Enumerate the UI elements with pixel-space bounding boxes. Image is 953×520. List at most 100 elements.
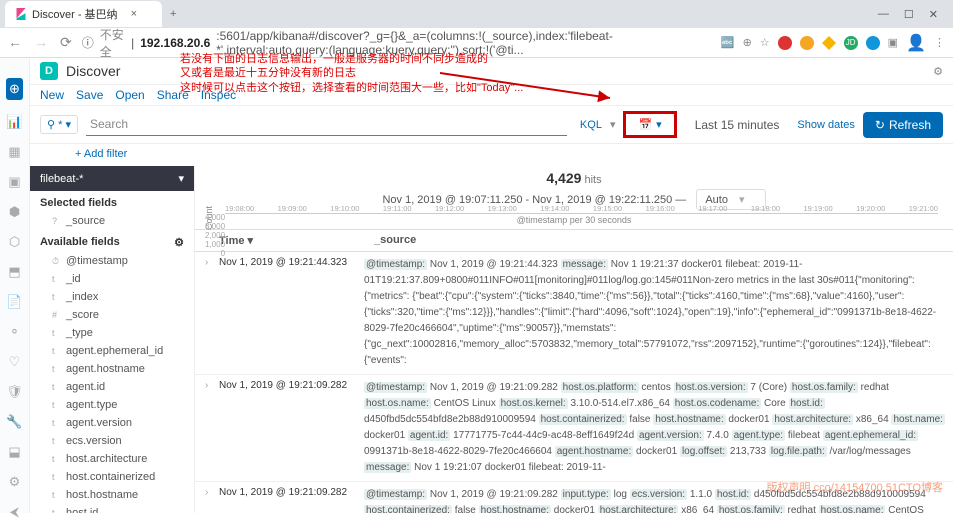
add-filter-link[interactable]: + Add filter	[75, 148, 127, 160]
index-pattern-selector[interactable]: filebeat-*▾	[30, 166, 194, 191]
rail-discover-icon[interactable]: ⊕	[6, 78, 23, 100]
app-rail: ⊕ 📊 ▦ ▣ ⬢ ⬡ ⬒ 📄 ⚬ ♡ 🛡 🔧 ⬓ ⚙ ⮜	[0, 58, 30, 513]
field-agent-id[interactable]: tagent.id	[30, 378, 194, 396]
field-host-id[interactable]: thost.id	[30, 504, 194, 513]
chart-plot	[225, 213, 938, 214]
rail-management-icon[interactable]: ⚙	[9, 474, 21, 490]
expand-icon[interactable]: ›	[205, 380, 219, 476]
rail-maps-icon[interactable]: ⬢	[9, 204, 20, 220]
fields-settings-icon[interactable]: ⚙	[174, 236, 184, 249]
tab-title: Discover - 基巴纳	[32, 6, 118, 22]
col-time-header[interactable]: Time ▾	[219, 234, 374, 247]
ext-icon-shield[interactable]: ▣	[888, 36, 898, 49]
ext-icon-diamond[interactable]	[822, 36, 836, 50]
extension-icons: 🔤 ⊕ ☆ JD ▣ 👤 ⋮	[721, 33, 945, 53]
show-dates-link[interactable]: Show dates	[797, 119, 854, 131]
maximize-icon[interactable]: ☐	[904, 8, 914, 21]
field-host-architecture[interactable]: thost.architecture	[30, 450, 194, 468]
profile-icon[interactable]: 👤	[906, 33, 926, 53]
rail-infra-icon[interactable]: ⬒	[8, 264, 20, 280]
close-window-icon[interactable]: ✕	[929, 8, 938, 21]
minimize-icon[interactable]: —	[878, 8, 889, 21]
back-icon[interactable]: ←	[8, 34, 22, 51]
reload-icon[interactable]: ⟳	[60, 34, 72, 51]
chevron-down-icon: ▾	[178, 172, 184, 185]
hits-count: 4,429 hits	[195, 170, 953, 186]
browser-tab[interactable]: Discover - 基巴纳 ×	[5, 1, 162, 27]
rail-visualize-icon[interactable]: 📊	[6, 114, 22, 130]
filter-bar: + Add filter	[30, 144, 953, 166]
col-source-header[interactable]: _source	[374, 234, 943, 247]
rail-collapse-icon[interactable]: ⮜	[10, 504, 19, 520]
tab-close-icon[interactable]: ×	[131, 8, 137, 20]
rail-canvas-icon[interactable]: ▣	[8, 174, 20, 190]
star-icon[interactable]: ☆	[760, 36, 770, 49]
field--score[interactable]: #_score	[30, 306, 194, 324]
doc-source: @timestamp: Nov 1, 2019 @ 19:21:44.323 m…	[364, 257, 948, 369]
field-agent-version[interactable]: tagent.version	[30, 414, 194, 432]
rail-uptime-icon[interactable]: ♡	[9, 354, 21, 370]
date-picker-button[interactable]: 📅 ▾	[623, 111, 676, 138]
gear-icon[interactable]: ⚙	[933, 65, 943, 78]
ext-icon-green[interactable]	[866, 36, 880, 50]
browser-tab-bar: Discover - 基巴纳 × + — ☐ ✕	[0, 0, 953, 28]
discover-badge: D	[40, 62, 58, 80]
rail-dashboard-icon[interactable]: ▦	[8, 144, 20, 160]
field-source[interactable]: ?_source	[30, 212, 194, 230]
watermark-text: 版权声明 cco/14154700 51CTO博客	[767, 479, 943, 495]
field-host-containerized[interactable]: thost.containerized	[30, 468, 194, 486]
kibana-favicon	[15, 8, 27, 20]
expand-icon[interactable]: ›	[205, 487, 219, 513]
rail-monitoring-icon[interactable]: ⬓	[8, 444, 20, 460]
search-bar: ⚲ * ▾ Search KQL ▾ 📅 ▾ Last 15 minutes S…	[30, 106, 953, 144]
field-agent-type[interactable]: tagent.type	[30, 396, 194, 414]
field-ecs-version[interactable]: tecs.version	[30, 432, 194, 450]
field-host-hostname[interactable]: thost.hostname	[30, 486, 194, 504]
search-options-icon[interactable]: ▾	[610, 118, 616, 131]
menu-dots-icon[interactable]: ⋮	[934, 36, 945, 49]
filter-icon: ⚲	[47, 119, 55, 131]
rail-devtools-icon[interactable]: 🔧	[6, 414, 22, 430]
tab-add-icon[interactable]: +	[170, 8, 176, 20]
annotation-arrow	[440, 68, 630, 108]
ext-icon-orange[interactable]	[800, 36, 814, 50]
doc-source: @timestamp: Nov 1, 2019 @ 19:21:09.282 h…	[364, 380, 948, 476]
window-controls: — ☐ ✕	[878, 8, 948, 21]
field-agent-hostname[interactable]: tagent.hostname	[30, 360, 194, 378]
x-ticks: 19:08:0019:09:0019:10:0019:11:0019:12:00…	[225, 204, 938, 213]
expand-icon[interactable]: ›	[205, 257, 219, 369]
search-input[interactable]: Search	[86, 113, 567, 136]
index-filter-pill[interactable]: ⚲ * ▾	[40, 115, 78, 134]
ext-icon-blue[interactable]: JD	[844, 36, 858, 50]
table-header: Time ▾ _source	[195, 229, 953, 252]
selected-fields-heading: Selected fields	[30, 191, 194, 212]
forward-icon[interactable]: →	[34, 34, 48, 51]
menu-new[interactable]: New	[40, 88, 64, 102]
translate-icon[interactable]: 🔤	[721, 36, 735, 49]
field--index[interactable]: t_index	[30, 288, 194, 306]
menu-open[interactable]: Open	[115, 88, 144, 102]
ext-icon-red[interactable]	[778, 36, 792, 50]
available-fields-heading: Available fields⚙	[30, 230, 194, 252]
table-row[interactable]: ›Nov 1, 2019 @ 19:21:09.282@timestamp: N…	[195, 375, 953, 482]
table-row[interactable]: ›Nov 1, 2019 @ 19:21:44.323@timestamp: N…	[195, 252, 953, 375]
menu-save[interactable]: Save	[76, 88, 103, 102]
doc-time: Nov 1, 2019 @ 19:21:44.323	[219, 257, 364, 369]
rail-apm-icon[interactable]: ⚬	[9, 324, 20, 340]
calendar-icon: 📅	[638, 118, 652, 131]
field--id[interactable]: t_id	[30, 270, 194, 288]
page-title: Discover	[66, 63, 120, 79]
main-panel: 4,429 hits Nov 1, 2019 @ 19:07:11.250 - …	[195, 166, 953, 513]
rail-ml-icon[interactable]: ⬡	[9, 234, 20, 250]
doc-time: Nov 1, 2019 @ 19:21:09.282	[219, 380, 364, 476]
rail-logs-icon[interactable]: 📄	[6, 294, 22, 310]
field--timestamp[interactable]: ⏱@timestamp	[30, 252, 194, 270]
ext-zoom-icon[interactable]: ⊕	[743, 36, 752, 49]
time-range-text: Last 15 minutes	[685, 118, 790, 132]
refresh-button[interactable]: ↻Refresh	[863, 112, 943, 138]
info-icon[interactable]: ⓘ	[82, 34, 94, 51]
field--type[interactable]: t_type	[30, 324, 194, 342]
rail-siem-icon[interactable]: 🛡	[6, 384, 23, 400]
field-agent-ephemeral-id[interactable]: tagent.ephemeral_id	[30, 342, 194, 360]
kql-toggle[interactable]: KQL	[580, 119, 602, 131]
